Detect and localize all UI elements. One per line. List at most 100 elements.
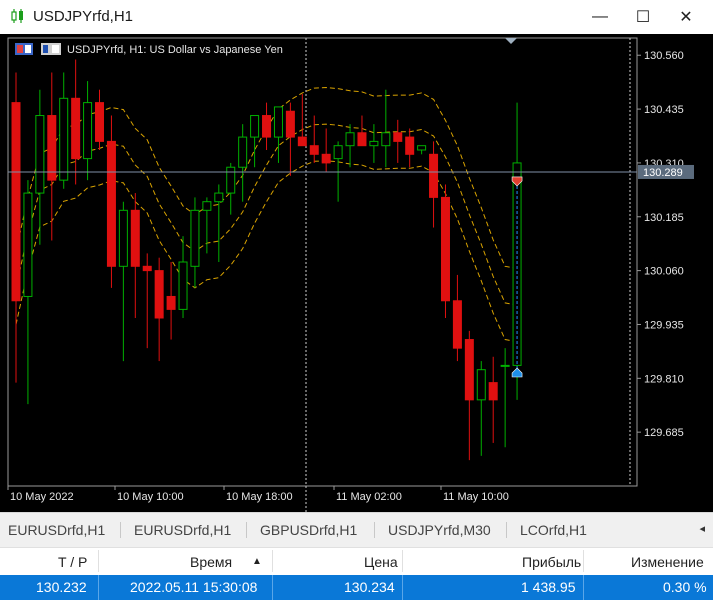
row-price: 130.234 — [344, 579, 395, 595]
row-profit: 1 438.95 — [521, 579, 576, 595]
sort-ascending-icon[interactable]: ▲ — [252, 556, 262, 567]
window-title: USDJPYrfd,H1 — [33, 8, 134, 25]
bear-candle — [452, 300, 462, 349]
time-tick-label: 10 May 2022 — [10, 491, 74, 503]
bear-candle — [297, 136, 307, 147]
bull-candle — [476, 369, 486, 401]
header-change[interactable]: Изменение — [631, 554, 704, 570]
header-price[interactable]: Цена — [364, 554, 398, 570]
price-tick-label: 129.810 — [644, 373, 684, 385]
column-divider — [583, 575, 584, 600]
header-time[interactable]: Время — [190, 554, 232, 570]
current-price-label: 130.289 — [643, 167, 683, 179]
bull-candle — [381, 132, 391, 147]
tab-divider — [506, 522, 507, 538]
time-tick-label: 10 May 18:00 — [226, 491, 293, 503]
candlestick-app-icon — [11, 9, 23, 23]
bear-candle — [321, 153, 331, 164]
bull-candle — [369, 140, 379, 147]
bull-candle — [417, 145, 427, 151]
bull-candle — [23, 192, 33, 297]
time-tick-label: 11 May 10:00 — [443, 491, 509, 503]
bull-candle — [35, 115, 45, 194]
price-axis: 130.560130.435130.310130.185130.060129.9… — [637, 50, 684, 439]
bull-candle — [345, 132, 355, 147]
bear-candle — [95, 102, 105, 142]
bull-candle — [238, 136, 248, 168]
dom-bar-icon — [52, 45, 59, 53]
close-button[interactable]: ✕ — [663, 0, 709, 34]
time-tick-label: 11 May 02:00 — [336, 491, 402, 503]
bear-candle — [393, 132, 403, 142]
time-axis: 10 May 2022 10 May 10:00 10 May 18:00 11 Ma… — [7, 486, 509, 503]
maximize-button[interactable]: ☐ — [620, 0, 666, 34]
bear-candle — [309, 145, 319, 155]
row-tp: 130.232 — [36, 579, 87, 595]
maximize-icon: ☐ — [635, 9, 651, 26]
bull-candle — [250, 115, 260, 138]
tab-gbpusdrfd-h1[interactable]: GBPUSDrfd,H1 — [260, 522, 357, 538]
bear-candle — [262, 115, 272, 138]
bear-candle — [142, 265, 152, 272]
trade-table-row[interactable]: 130.232 2022.05.11 15:30:08 130.234 1 43… — [0, 575, 713, 600]
tab-divider — [120, 522, 121, 538]
price-tick-label: 130.185 — [644, 212, 684, 224]
bull-candle — [226, 166, 236, 194]
column-divider[interactable] — [402, 550, 403, 572]
column-divider — [272, 575, 273, 600]
column-divider[interactable] — [272, 550, 273, 572]
bull-candle — [83, 102, 93, 160]
tabs-scroll-left-icon[interactable]: ◂ — [699, 522, 705, 535]
bull-candle — [214, 192, 224, 203]
column-divider[interactable] — [98, 550, 99, 572]
bear-candle — [47, 115, 57, 181]
bull-candle — [59, 97, 69, 181]
bear-candle — [285, 110, 295, 138]
bull-candle — [178, 261, 188, 310]
close-icon: ✕ — [679, 9, 693, 26]
bull-candle — [273, 106, 283, 138]
row-time: 2022.05.11 15:30:08 — [130, 579, 258, 595]
window-titlebar: USDJPYrfd,H1 — ☐ ✕ — [0, 0, 713, 34]
sell-panel-icon — [17, 45, 23, 53]
chart-shift-marker[interactable] — [505, 38, 517, 44]
column-divider — [402, 575, 403, 600]
bear-candle — [405, 136, 415, 155]
minimize-button[interactable]: — — [577, 0, 623, 34]
bear-candle — [440, 196, 450, 302]
column-divider[interactable] — [583, 550, 584, 572]
chart-canvas[interactable]: USDJPYrfd, H1: US Dollar vs Japanese Yen… — [0, 34, 713, 512]
price-tick-label: 129.935 — [644, 319, 684, 331]
column-divider — [98, 575, 99, 600]
minimize-icon: — — [592, 8, 608, 25]
row-change: 0.30 % — [663, 579, 707, 595]
header-profit[interactable]: Прибыль — [522, 554, 581, 570]
bear-candle — [71, 97, 81, 160]
price-tick-label: 129.685 — [644, 427, 684, 439]
tab-lcorfd-h1[interactable]: LCOrfd,H1 — [520, 522, 587, 538]
bear-candle — [11, 102, 21, 302]
bear-candle — [429, 153, 439, 198]
bull-candle — [190, 209, 200, 267]
buy-arrow-icon[interactable] — [511, 367, 523, 378]
bull-candle — [500, 364, 510, 367]
bear-candle — [464, 339, 474, 401]
price-tick-label: 130.435 — [644, 104, 684, 116]
header-tp[interactable]: T / P — [58, 554, 87, 570]
bull-candle — [202, 201, 212, 211]
price-tick-label: 130.060 — [644, 266, 684, 278]
trade-table-header: T / P Время ▲ Цена Прибыль Изменение — [0, 547, 713, 576]
chart-symbol-label: USDJPYrfd, H1: US Dollar vs Japanese Yen — [67, 44, 283, 56]
bear-candle — [166, 295, 176, 310]
tab-eurusdrfd-h1[interactable]: EURUSDrfd,H1 — [8, 522, 105, 538]
bear-candle — [357, 132, 367, 147]
tab-usdjpyrfd-m30[interactable]: USDJPYrfd,M30 — [388, 522, 491, 538]
buy-panel-icon — [25, 45, 31, 53]
tab-divider — [374, 522, 375, 538]
chart-tabs: EURUSDrfd,H1 EURUSDrfd,H1 GBPUSDrfd,H1 U… — [0, 512, 713, 547]
price-chart[interactable]: USDJPYrfd, H1: US Dollar vs Japanese Yen… — [0, 34, 713, 512]
tab-divider — [246, 522, 247, 538]
dom-bar-icon — [43, 45, 48, 53]
time-tick-label: 10 May 10:00 — [117, 491, 184, 503]
tab-eurusdrfd-h1[interactable]: EURUSDrfd,H1 — [134, 522, 231, 538]
